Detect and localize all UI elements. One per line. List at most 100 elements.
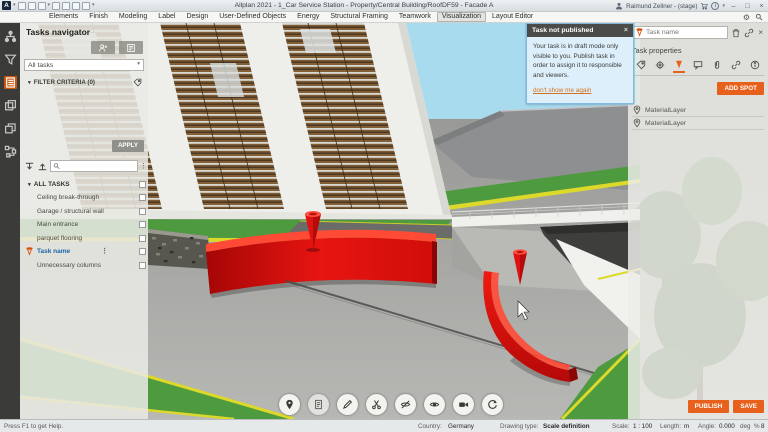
more-options-icon[interactable]: ⋮ (140, 163, 147, 170)
scissors-button[interactable] (366, 394, 387, 415)
undo-icon[interactable] (52, 2, 60, 10)
close-icon[interactable]: × (757, 28, 764, 37)
user-icon (615, 2, 623, 10)
settings-gear-icon[interactable]: ⚙ (743, 13, 750, 22)
percent-value[interactable]: 8 (761, 423, 765, 430)
cart-icon[interactable] (700, 2, 708, 10)
checkbox[interactable] (139, 194, 146, 201)
angle-value[interactable]: 0.000 (719, 423, 735, 430)
hierarchy-icon[interactable] (4, 30, 17, 43)
checkbox[interactable] (139, 181, 146, 188)
menu-label[interactable]: Label (153, 12, 180, 22)
task-row[interactable]: Ceiling break-through (20, 191, 148, 205)
expand-all-icon[interactable] (24, 161, 35, 172)
angle-unit[interactable]: deg (740, 423, 751, 430)
refresh-button[interactable] (482, 394, 503, 415)
trash-icon[interactable] (731, 28, 741, 38)
tab-links[interactable] (730, 60, 742, 73)
save-button[interactable]: SAVE (733, 400, 764, 413)
open-icon[interactable] (18, 2, 26, 10)
search-icon[interactable] (755, 13, 763, 21)
drawing-type-value[interactable]: Scale definition (543, 423, 590, 430)
hide-button[interactable] (395, 394, 416, 415)
menu-layout-editor[interactable]: Layout Editor (487, 12, 538, 22)
task-row[interactable]: Unnecessary columns (20, 259, 148, 273)
caret-down-icon[interactable]: ▾ (13, 3, 16, 8)
scale-value[interactable]: 1 : 100 (633, 423, 652, 430)
checkbox[interactable] (139, 221, 146, 228)
collapse-all-icon[interactable] (37, 161, 48, 172)
tab-tags[interactable] (635, 60, 647, 73)
close-icon[interactable]: × (624, 27, 628, 34)
spot-list-item[interactable]: MaterialLayer (632, 104, 764, 117)
camera-button[interactable] (453, 394, 474, 415)
tab-spots[interactable] (673, 60, 685, 73)
checkbox[interactable] (139, 235, 146, 242)
tasks-navigator-icon[interactable] (4, 76, 17, 89)
add-task-button[interactable] (91, 41, 115, 54)
checkbox[interactable] (139, 208, 146, 215)
tab-info[interactable] (749, 60, 761, 73)
checkbox[interactable] (139, 248, 146, 255)
checkbox[interactable] (139, 262, 146, 269)
network-icon[interactable] (4, 145, 17, 158)
more-options-icon[interactable]: ⋮ (101, 248, 108, 255)
task-search-field[interactable] (50, 160, 138, 172)
search-icon (53, 162, 60, 170)
search-input[interactable] (62, 163, 135, 170)
caret-down-icon[interactable]: ▾ (48, 3, 51, 8)
task-name-input[interactable] (646, 29, 725, 36)
close-button[interactable]: × (756, 1, 767, 11)
print-icon[interactable] (38, 2, 46, 10)
copy-icon[interactable] (72, 2, 80, 10)
menu-energy[interactable]: Energy (292, 12, 324, 22)
country-value[interactable]: Germany (448, 423, 474, 430)
save-icon[interactable] (28, 2, 36, 10)
duplicate-icon[interactable] (4, 122, 17, 135)
user-label[interactable]: Raimund Zellner - (stage) (626, 3, 697, 10)
help-icon[interactable]: i (711, 2, 719, 10)
tools-icon[interactable] (82, 2, 90, 10)
task-board-button[interactable] (119, 41, 143, 54)
publish-button[interactable]: PUBLISH (688, 400, 730, 413)
tab-settings[interactable] (654, 60, 666, 73)
length-unit[interactable]: m (684, 423, 689, 430)
tab-attachments[interactable] (711, 60, 723, 73)
link-icon[interactable] (744, 28, 754, 38)
menu-user-defined-objects[interactable]: User-Defined Objects (214, 12, 291, 22)
location-spot-button[interactable] (279, 394, 300, 415)
menu-design[interactable]: Design (181, 12, 213, 22)
menu-visualization[interactable]: Visualization (437, 12, 486, 22)
task-name-field[interactable] (632, 26, 728, 39)
menu-modeling[interactable]: Modeling (114, 12, 152, 22)
title-bar: A ▾ ▾ ▾ Allplan 2021 - 1_Car Service Sta… (0, 0, 768, 12)
task-filter-dropdown[interactable]: All tasks ▾ (24, 59, 144, 71)
caret-down-icon[interactable]: ▾ (92, 3, 95, 8)
tasks-navigator-panel: Tasks navigator All tasks ▾ ▾ FILTER CRI… (20, 23, 148, 419)
copy-drawing-icon[interactable] (4, 99, 17, 112)
dont-show-again-link[interactable]: don't show me again (533, 86, 627, 96)
spot-list-item[interactable]: MaterialLayer (632, 117, 764, 130)
task-row[interactable]: Main entrance (20, 218, 148, 232)
visibility-button[interactable] (424, 394, 445, 415)
task-row[interactable]: parquet flooring (20, 232, 148, 246)
menu-finish[interactable]: Finish (84, 12, 113, 22)
caret-down-icon[interactable]: ▾ (722, 4, 725, 9)
task-group-header[interactable]: ▾ ALL TASKS (20, 178, 148, 191)
maximize-button[interactable]: □ (742, 1, 753, 11)
apply-button[interactable]: APPLY (112, 140, 144, 152)
report-button[interactable] (308, 394, 329, 415)
filter-icon[interactable] (4, 53, 17, 66)
task-row[interactable]: Garage / structural wall (20, 205, 148, 219)
menu-teamwork[interactable]: Teamwork (394, 12, 436, 22)
menu-structural-framing[interactable]: Structural Framing (325, 12, 393, 22)
redo-icon[interactable] (62, 2, 70, 10)
pencil-button[interactable] (337, 394, 358, 415)
tag-icon[interactable] (133, 78, 142, 87)
menu-elements[interactable]: Elements (44, 12, 83, 22)
filter-criteria-header[interactable]: ▾ FILTER CRITERIA (0) (20, 71, 148, 87)
task-row-selected[interactable]: Task name ⋮ (20, 245, 148, 259)
add-spot-button[interactable]: ADD SPOT (717, 82, 764, 95)
minimize-button[interactable]: – (728, 1, 739, 11)
tab-comments[interactable] (692, 60, 704, 73)
